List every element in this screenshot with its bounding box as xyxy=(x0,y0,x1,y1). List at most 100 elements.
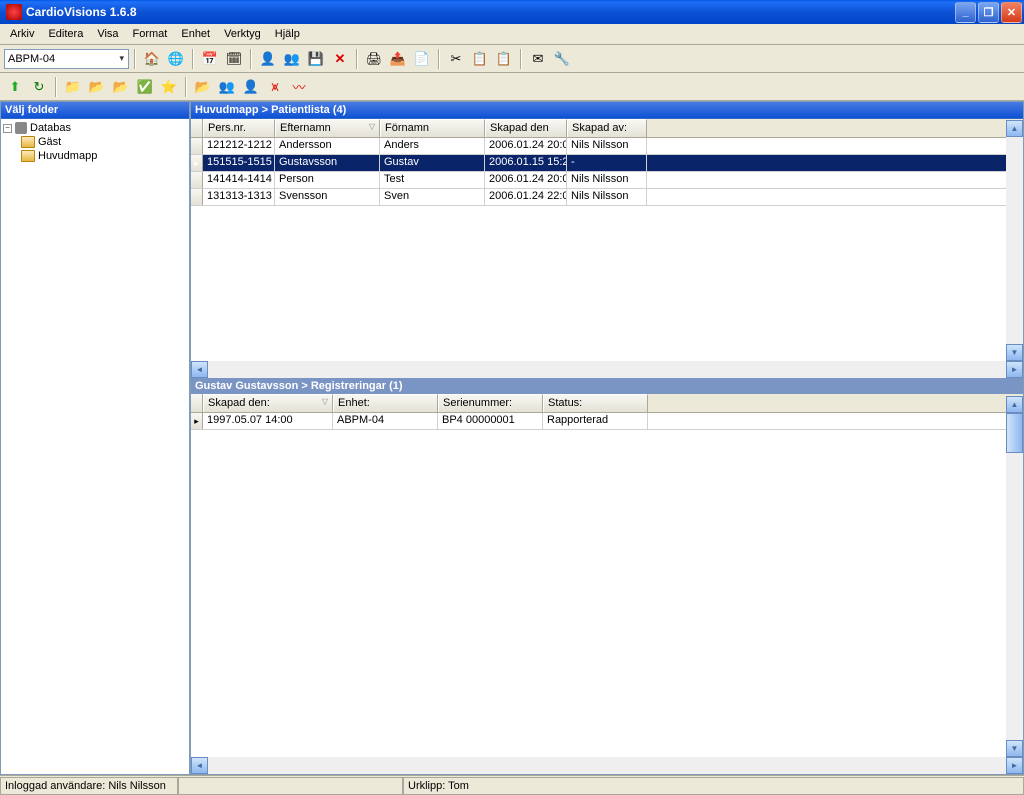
row-indicator-header xyxy=(191,119,203,137)
patient-list-hscroll[interactable]: ◄ ► xyxy=(191,361,1023,378)
patient-row[interactable]: ▸151515-1515GustavssonGustav2006.01.15 1… xyxy=(191,155,1023,172)
export-icon[interactable]: 📤 xyxy=(387,48,409,70)
folder-panel-title: Välj folder xyxy=(1,102,189,119)
up-folder-icon[interactable]: ⬆ xyxy=(4,76,26,98)
row-indicator xyxy=(191,172,203,188)
tree-root[interactable]: − Databas xyxy=(3,121,187,135)
paste-icon[interactable]: 📋 xyxy=(493,48,515,70)
registrations-hscroll[interactable]: ◄ ► xyxy=(191,757,1023,774)
scroll-right-icon[interactable]: ► xyxy=(1006,361,1023,378)
add-user-icon[interactable]: 👤 xyxy=(257,48,279,70)
open-folder-icon[interactable]: 📂 xyxy=(86,76,108,98)
scroll-up-icon[interactable]: ▲ xyxy=(1006,120,1023,137)
calendar-icon[interactable]: 📅 xyxy=(199,48,221,70)
cell-persnr: 131313-1313 xyxy=(203,189,275,205)
patient-list-vscroll[interactable]: ▲ ▼ xyxy=(1006,120,1023,361)
scroll-left-icon[interactable]: ◄ xyxy=(191,757,208,774)
print-icon[interactable]: 🖨 xyxy=(363,48,385,70)
edit-patient-icon[interactable]: 👤 xyxy=(240,76,262,98)
save-icon[interactable]: 💾 xyxy=(305,48,327,70)
row-indicator xyxy=(191,138,203,154)
row-indicator-header xyxy=(191,394,203,412)
cell-fornamn: Anders xyxy=(380,138,485,154)
scroll-down-icon[interactable]: ▼ xyxy=(1006,740,1023,757)
registration-row[interactable]: ▸1997.05.07 14:00ABPM-04BP4 00000001Rapp… xyxy=(191,413,1023,430)
status-clipboard: Urklipp: Tom xyxy=(403,777,1024,795)
menubar: Arkiv Editera Visa Format Enhet Verktyg … xyxy=(0,24,1024,45)
cell-persnr: 141414-1414 xyxy=(203,172,275,188)
window-title: CardioVisions 1.6.8 xyxy=(26,5,955,19)
folder-icon xyxy=(21,136,35,148)
menu-arkiv[interactable]: Arkiv xyxy=(4,26,40,42)
cut-icon[interactable]: ✂ xyxy=(445,48,467,70)
col-fornamn[interactable]: Förnamn xyxy=(380,119,485,137)
delete-icon[interactable]: ✕ xyxy=(329,48,351,70)
scroll-thumb[interactable] xyxy=(1006,413,1023,453)
col-skapad-av[interactable]: Skapad av: xyxy=(567,119,647,137)
ecg-icon[interactable]: ⩙ xyxy=(264,76,286,98)
col-persnr[interactable]: Pers.nr. xyxy=(203,119,275,137)
device-combo[interactable]: ABPM-04 xyxy=(4,49,129,69)
scroll-right-icon[interactable]: ► xyxy=(1006,757,1023,774)
users-icon[interactable]: 👥 xyxy=(281,48,303,70)
waveform-icon[interactable]: 〰 xyxy=(288,76,310,98)
database-icon xyxy=(15,122,27,134)
registrations-grid: Gustav Gustavsson > Registreringar (1) S… xyxy=(191,378,1023,774)
home-icon[interactable]: 🏠 xyxy=(141,48,163,70)
patient-list-header: Pers.nr. Efternamn Förnamn Skapad den Sk… xyxy=(191,119,1023,138)
cell-skapad-den: 2006.01.24 20:01 xyxy=(485,172,567,188)
refresh-icon[interactable]: ↻ xyxy=(28,76,50,98)
mail-icon[interactable]: ✉ xyxy=(527,48,549,70)
menu-enhet[interactable]: Enhet xyxy=(175,26,216,42)
app-icon xyxy=(6,4,22,20)
cell-efternamn: Andersson xyxy=(275,138,380,154)
folder-icon[interactable]: 📂 xyxy=(110,76,132,98)
cell-efternamn: Person xyxy=(275,172,380,188)
col-skapad-den[interactable]: Skapad den xyxy=(485,119,567,137)
device-combo-value: ABPM-04 xyxy=(8,53,55,65)
patient-row[interactable]: 131313-1313SvenssonSven2006.01.24 22:04N… xyxy=(191,189,1023,206)
patient-row[interactable]: 141414-1414PersonTest2006.01.24 20:01Nil… xyxy=(191,172,1023,189)
col-reg-status[interactable]: Status: xyxy=(543,394,648,412)
minimize-button[interactable]: _ xyxy=(955,2,976,23)
scroll-track[interactable] xyxy=(208,757,1006,774)
col-reg-serienummer[interactable]: Serienummer: xyxy=(438,394,543,412)
new-record-icon[interactable]: 📂 xyxy=(192,76,214,98)
copy-icon[interactable]: 📋 xyxy=(469,48,491,70)
row-indicator xyxy=(191,189,203,205)
patient-row[interactable]: 121212-1212AnderssonAnders2006.01.24 20:… xyxy=(191,138,1023,155)
browser-icon[interactable]: 🌐 xyxy=(165,48,187,70)
menu-hjalp[interactable]: Hjälp xyxy=(269,26,306,42)
patient-icon[interactable]: 👥 xyxy=(216,76,238,98)
scroll-left-icon[interactable]: ◄ xyxy=(191,361,208,378)
menu-verktyg[interactable]: Verktyg xyxy=(218,26,267,42)
new-folder-icon[interactable]: 📁 xyxy=(62,76,84,98)
scroll-up-icon[interactable]: ▲ xyxy=(1006,396,1023,413)
folder-panel: Välj folder − Databas Gäst Huvudmapp xyxy=(0,101,190,775)
tree-folder-huvudmapp[interactable]: Huvudmapp xyxy=(3,149,187,163)
schedule-icon[interactable]: 🗓 xyxy=(223,48,245,70)
close-button[interactable]: ✕ xyxy=(1001,2,1022,23)
scroll-track[interactable] xyxy=(1006,413,1023,740)
scroll-down-icon[interactable]: ▼ xyxy=(1006,344,1023,361)
check-folder-icon[interactable]: ✅ xyxy=(134,76,156,98)
scroll-track[interactable] xyxy=(1006,137,1023,344)
cell-reg-status: Rapporterad xyxy=(543,413,648,429)
menu-format[interactable]: Format xyxy=(127,26,174,42)
menu-visa[interactable]: Visa xyxy=(91,26,124,42)
maximize-button[interactable]: ❐ xyxy=(978,2,999,23)
star-folder-icon[interactable]: ⭐ xyxy=(158,76,180,98)
report-icon[interactable]: 📄 xyxy=(411,48,433,70)
tree-folder-gast[interactable]: Gäst xyxy=(3,135,187,149)
cell-fornamn: Sven xyxy=(380,189,485,205)
menu-editera[interactable]: Editera xyxy=(42,26,89,42)
col-reg-skapad[interactable]: Skapad den: xyxy=(203,394,333,412)
patient-list-title: Huvudmapp > Patientlista (4) xyxy=(191,102,1023,119)
cell-fornamn: Test xyxy=(380,172,485,188)
col-reg-enhet[interactable]: Enhet: xyxy=(333,394,438,412)
settings-icon[interactable]: 🔧 xyxy=(551,48,573,70)
collapse-icon[interactable]: − xyxy=(3,124,12,133)
registrations-vscroll[interactable]: ▲ ▼ xyxy=(1006,396,1023,757)
scroll-track[interactable] xyxy=(208,361,1006,378)
col-efternamn[interactable]: Efternamn xyxy=(275,119,380,137)
